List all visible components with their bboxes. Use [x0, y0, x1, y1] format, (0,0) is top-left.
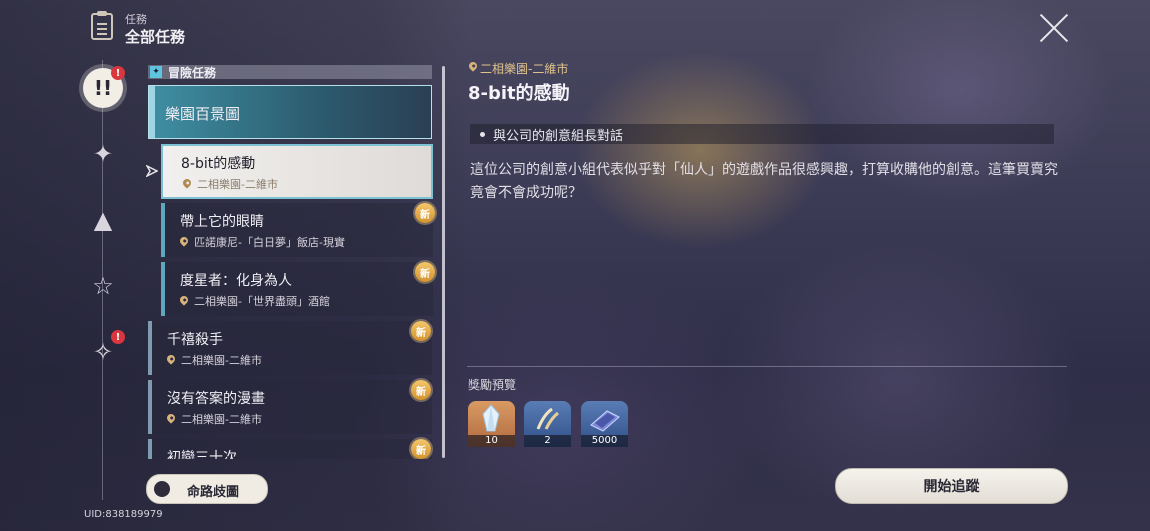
sidebar-category-2[interactable]: ✦ — [83, 134, 123, 174]
quest-item[interactable]: 沒有答案的漫畫 二相樂園-二維市 — [148, 380, 432, 434]
page-title: 全部任務 — [125, 28, 186, 46]
reward-count: 5000 — [581, 435, 628, 447]
quest-title: 樂園百景圖 — [165, 105, 241, 123]
quest-item[interactable]: 度星者：化身為人 二相樂園-「世界盡頭」酒館 — [161, 262, 433, 316]
location-pin-icon — [165, 412, 177, 424]
new-badge: 新 — [415, 203, 435, 223]
location-pin-icon — [165, 353, 177, 365]
star-icon: ☆ — [92, 272, 114, 300]
quest-location: 二相樂園-二維市 — [181, 413, 262, 426]
quest-item-selected[interactable]: 8-bit的感動 二相樂園-二維市 — [161, 144, 433, 199]
list-section-header: ✦ 冒險任務 — [148, 65, 432, 80]
rewards-label: 獎勵預覽 — [468, 378, 517, 392]
quest-title: 沒有答案的漫畫 — [167, 391, 265, 407]
reward-item[interactable]: 10 — [468, 401, 515, 447]
quest-title: 千禧殺手 — [167, 332, 223, 348]
quest-title: 帶上它的眼睛 — [180, 214, 264, 230]
quest-location: 二相樂園-二維市 — [181, 354, 262, 367]
location-pin-icon — [178, 294, 190, 306]
quest-description: 這位公司的創意小組代表似乎對「仙人」的遊戲作品很感興趣，打算收購他的創意。這筆買… — [470, 162, 1058, 201]
new-badge: 新 — [411, 439, 431, 459]
quest-group-item[interactable]: 樂園百景圖 — [148, 85, 432, 139]
objective-text: 與公司的創意組長對話 — [493, 129, 624, 144]
uid-label: UID:838189979 — [84, 509, 163, 520]
new-badge: 新 — [411, 380, 431, 400]
new-badge: 新 — [411, 321, 431, 341]
reward-item[interactable]: 5000 — [581, 401, 628, 447]
route-icon — [154, 481, 170, 497]
start-tracking-label: 開始追蹤 — [923, 479, 980, 495]
sidebar-category-4[interactable]: ☆ — [83, 266, 123, 306]
list-section-title: 冒險任務 — [168, 66, 217, 80]
objective-bullet-icon — [480, 132, 485, 137]
sidebar-category-3[interactable]: ▲ — [83, 200, 123, 240]
start-tracking-button[interactable]: 開始追蹤 — [835, 468, 1068, 504]
quest-location: 二相樂園-「世界盡頭」酒館 — [194, 295, 330, 308]
reward-count: 10 — [468, 435, 515, 447]
diamond-star-icon: ✦ — [92, 140, 114, 168]
detail-location: 二相樂園-二維市 — [480, 62, 569, 76]
group-stripe — [149, 86, 155, 138]
quest-location: 匹諾康尼-「白日夢」飯店-現實 — [194, 236, 345, 249]
location-pin-icon — [178, 235, 190, 247]
new-badge: 新 — [415, 262, 435, 282]
header-subtitle: 任務 — [125, 13, 147, 26]
quest-title: 度星者：化身為人 — [180, 273, 292, 289]
exclamation-icon: !! — [93, 76, 113, 100]
route-map-button[interactable]: 命路歧圖 — [146, 474, 268, 504]
location-pin-icon — [181, 177, 193, 189]
quest-item[interactable]: 初戀三十次 — [148, 439, 432, 459]
quest-location: 二相樂園-二維市 — [197, 178, 278, 191]
objective-bar: 與公司的創意組長對話 — [470, 124, 1054, 144]
quest-item[interactable]: 帶上它的眼睛 匹諾康尼-「白日夢」飯店-現實 — [161, 203, 433, 257]
route-map-label: 命路歧圖 — [187, 485, 240, 500]
alert-badge: ! — [111, 330, 125, 344]
crystal-icon — [482, 404, 500, 432]
quest-title: 8-bit的感動 — [181, 156, 256, 172]
sparkle-icon: ✧ — [92, 338, 114, 366]
quest-title: 初戀三十次 — [167, 450, 237, 459]
reward-count: 2 — [524, 435, 571, 447]
quest-item[interactable]: 千禧殺手 二相樂園-二維市 — [148, 321, 432, 375]
adventure-quest-icon: ✦ — [150, 66, 162, 78]
feather-material-icon — [536, 407, 559, 430]
quest-list: 樂園百景圖 8-bit的感動 二相樂園-二維市 帶上它的眼睛 匹諾康尼-「白日夢… — [145, 82, 445, 459]
alert-badge: ! — [111, 66, 125, 80]
divider — [467, 366, 1067, 367]
credit-icon — [590, 410, 620, 432]
close-icon[interactable] — [1038, 12, 1070, 44]
triangle-icon: ▲ — [93, 206, 113, 234]
clipboard-icon — [91, 11, 113, 40]
reward-item[interactable]: 2 — [524, 401, 571, 447]
selection-cursor-icon — [146, 165, 158, 177]
detail-title: 8-bit的感動 — [468, 83, 570, 104]
